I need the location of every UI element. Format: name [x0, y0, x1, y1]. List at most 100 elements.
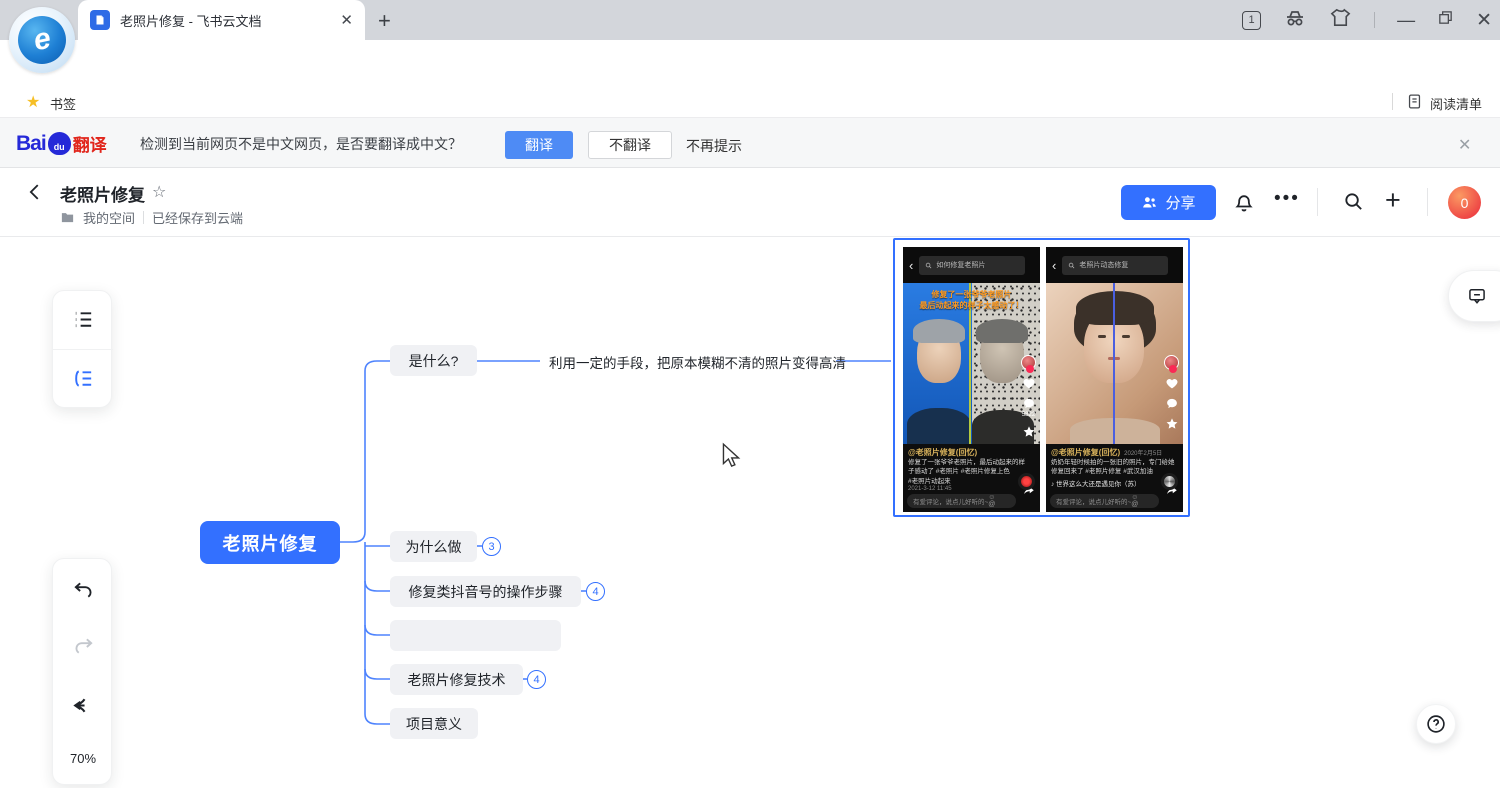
outline-view-icon[interactable] — [72, 308, 95, 336]
baidu-paw-icon: du — [48, 132, 71, 155]
music-disc-icon[interactable] — [1161, 473, 1178, 490]
music-title[interactable]: ♪ 世界这么大还是遇见你（苏） — [1051, 478, 1178, 488]
node-steps-count-badge[interactable]: 4 — [586, 582, 605, 601]
bookmark-bar: ★ 书签 阅读清单 — [0, 85, 1500, 118]
canvas-controls-panel: 70% — [52, 558, 112, 785]
comment-count: 5822 — [1022, 412, 1035, 418]
redo-icon[interactable] — [72, 635, 95, 663]
douyin-screenshot-left: ‹ 如何修复老照片 — [903, 247, 1040, 512]
node-empty[interactable] — [390, 620, 561, 651]
new-tab-button[interactable]: + — [378, 8, 391, 34]
video-overlay-text: 修复了一张爷爷老照片 最后动起来的样子太感动了！ — [903, 289, 1040, 311]
browser-logo-icon[interactable]: e — [9, 7, 75, 73]
reading-list-button[interactable]: 阅读清单 — [1430, 94, 1482, 113]
mouse-cursor — [718, 442, 744, 475]
tab-count-badge[interactable]: 1 — [1242, 11, 1261, 30]
help-button[interactable] — [1416, 704, 1456, 744]
like-icon[interactable] — [1165, 377, 1179, 390]
zoom-level[interactable]: 70% — [53, 751, 113, 766]
before-after-divider — [1113, 283, 1115, 444]
node-what-detail[interactable]: 利用一定的手段，把原本模糊不清的照片变得高清 — [549, 352, 846, 372]
favorite-star-icon[interactable] — [1022, 425, 1036, 438]
doc-back-icon[interactable] — [24, 181, 46, 208]
doc-star-icon[interactable]: ☆ — [152, 182, 166, 202]
browser-toolbar: 译 ••• — [0, 40, 1500, 85]
close-button[interactable]: ✕ — [1476, 11, 1492, 30]
avatar[interactable]: 0 — [1448, 186, 1481, 219]
comment-icon[interactable] — [1165, 397, 1179, 410]
question-mark-icon — [1425, 713, 1447, 735]
douyin-username[interactable]: @老照片修复(回忆) — [1051, 447, 1120, 458]
browser-tab[interactable]: 老照片修复 - 飞书云文档 ✕ — [78, 0, 365, 40]
doc-more-icon[interactable]: ••• — [1274, 188, 1300, 210]
view-switch-panel — [52, 290, 112, 408]
uploader-avatar[interactable] — [1164, 355, 1179, 370]
search-bar: 老照片动态修复 — [1062, 256, 1168, 275]
people-icon — [1141, 194, 1158, 211]
comment-icon[interactable] — [1022, 397, 1036, 410]
add-icon[interactable]: + — [1385, 185, 1401, 216]
comments-panel-button[interactable] — [1448, 270, 1500, 322]
collapse-branches-icon[interactable] — [71, 693, 96, 723]
image-node[interactable]: ‹ 如何修复老照片 — [893, 238, 1190, 517]
node-meaning[interactable]: 项目意义 — [390, 708, 478, 739]
document-header: 老照片修复 ☆ 我的空间 已经保存到云端 分享 ••• + 0 — [0, 168, 1500, 237]
undo-icon[interactable] — [72, 579, 95, 607]
bookmark-star-icon[interactable]: ★ — [26, 92, 40, 112]
mindmap-view-icon[interactable] — [72, 367, 95, 395]
mindmap-root-node[interactable]: 老照片修复 — [200, 521, 340, 564]
video-caption: 奶奶年轻时候拍的一张旧的照片，专门给她 修复回来了 #老照片修复 #武汉加油 — [1051, 458, 1178, 477]
tab-title: 老照片修复 - 飞书云文档 — [120, 11, 340, 30]
search-icon — [1068, 262, 1075, 269]
tab-close-icon[interactable]: ✕ — [340, 13, 353, 28]
translate-button[interactable]: 翻译 — [505, 131, 573, 159]
node-why-count-badge[interactable]: 3 — [482, 537, 501, 556]
favorite-star-icon[interactable] — [1165, 417, 1179, 430]
save-status: 已经保存到云端 — [152, 208, 243, 227]
divider — [1427, 188, 1428, 216]
share-button[interactable]: 分享 — [1121, 185, 1216, 220]
emoji-at-icons: ☺ @ — [1131, 494, 1153, 508]
video-date: 2020年2月5日 — [1124, 448, 1162, 457]
node-what[interactable]: 是什么? — [390, 345, 477, 376]
feishu-doc-icon — [90, 10, 110, 30]
douyin-action-rail — [1164, 355, 1179, 430]
incognito-icon[interactable] — [1283, 6, 1307, 35]
video-date: 2021-3-12 11:45 — [908, 486, 1035, 492]
search-icon — [925, 262, 932, 269]
translate-prompt-text: 检测到当前网页不是中文网页，是否要翻译成中文？ — [140, 134, 462, 154]
baidu-translate-logo: Bai du 翻译 — [16, 131, 107, 156]
mindmap-canvas[interactable]: 70% 老照片修复 是什么? 利用一定的手段，把原本模糊不清的照片变得高清 为什… — [0, 237, 1500, 788]
bookmark-item[interactable]: 书签 — [50, 94, 76, 113]
node-why[interactable]: 为什么做 — [390, 531, 477, 562]
douyin-action-rail: 5822 — [1021, 355, 1036, 438]
space-link[interactable]: 我的空间 — [83, 208, 135, 227]
search-icon[interactable] — [1342, 190, 1365, 218]
theme-icon[interactable] — [1329, 6, 1352, 34]
translate-bar-close-icon[interactable]: ✕ — [1458, 135, 1471, 155]
notification-bell-icon[interactable] — [1232, 190, 1256, 219]
restore-button[interactable] — [1437, 9, 1454, 31]
node-tech-count-badge[interactable]: 4 — [527, 670, 546, 689]
douyin-username[interactable]: @老照片修复(回忆) — [908, 447, 1035, 458]
search-bar: 如何修复老照片 — [919, 256, 1025, 275]
baidu-translate-bar: Bai du 翻译 检测到当前网页不是中文网页，是否要翻译成中文？ — [0, 118, 1500, 168]
uploader-avatar[interactable] — [1021, 355, 1036, 370]
mindmap-connectors — [0, 237, 1500, 788]
divider — [1317, 188, 1318, 216]
back-icon: ‹ — [909, 258, 913, 273]
reading-list-icon[interactable] — [1406, 93, 1423, 115]
comment-input-bar[interactable]: 有爱评论，说点儿好听的~ ☺ @ — [1050, 494, 1159, 508]
no-translate-button[interactable]: 不翻译 — [588, 131, 672, 159]
window-controls: 1 — ✕ — [1242, 0, 1492, 40]
node-steps[interactable]: 修复类抖音号的操作步骤 — [390, 576, 581, 607]
minimize-button[interactable]: — — [1397, 11, 1415, 29]
never-remind-button[interactable]: 不再提示 — [686, 136, 742, 156]
music-disc-icon[interactable] — [1018, 473, 1035, 490]
like-icon[interactable] — [1022, 377, 1036, 390]
douyin-screenshot-right: ‹ 老照片动态修复 — [1046, 247, 1183, 512]
node-tech[interactable]: 老照片修复技术 — [390, 664, 523, 695]
comment-bubble-icon — [1467, 286, 1487, 306]
comment-input-bar[interactable]: 有爱评论，说点儿好听的~ ☺ @ — [907, 494, 1016, 508]
divider — [1374, 12, 1375, 28]
